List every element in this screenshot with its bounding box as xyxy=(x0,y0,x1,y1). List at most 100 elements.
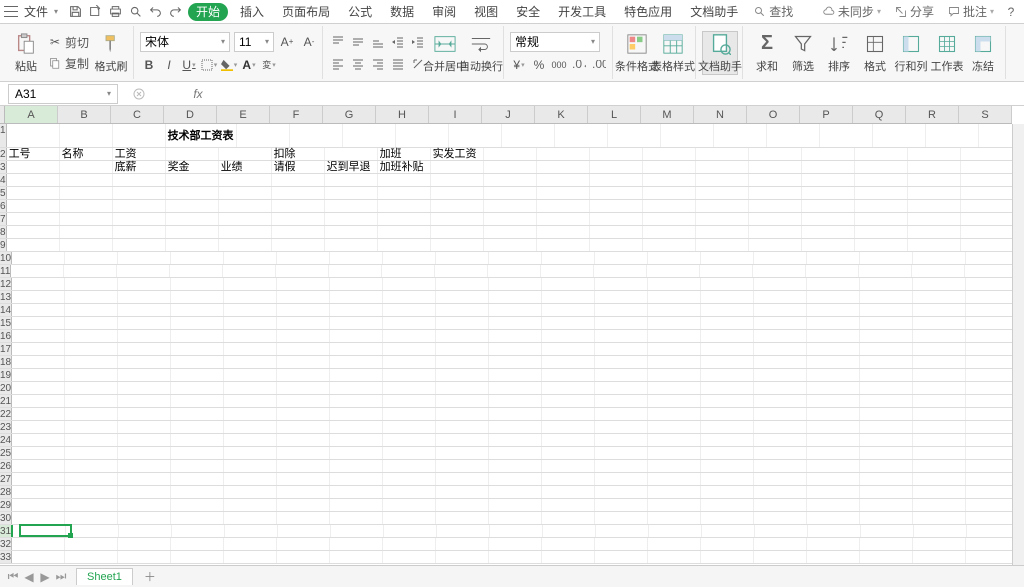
cell-B7[interactable] xyxy=(60,213,113,225)
cell-J9[interactable] xyxy=(484,239,537,251)
cell-L26[interactable] xyxy=(595,460,648,472)
cell-Q8[interactable] xyxy=(855,226,908,238)
cell-B22[interactable] xyxy=(65,408,118,420)
cell-L33[interactable] xyxy=(595,551,648,563)
cell-G32[interactable] xyxy=(330,538,383,550)
col-header-L[interactable]: L xyxy=(588,106,641,123)
cell-N19[interactable] xyxy=(701,369,754,381)
italic-button[interactable]: I xyxy=(160,56,178,74)
cell-D11[interactable] xyxy=(170,265,223,277)
cell-L21[interactable] xyxy=(595,395,648,407)
col-header-K[interactable]: K xyxy=(535,106,588,123)
cell-M8[interactable] xyxy=(643,226,696,238)
cell-I3[interactable] xyxy=(431,161,484,173)
cell-B17[interactable] xyxy=(65,343,118,355)
cell-K5[interactable] xyxy=(537,187,590,199)
cell-B33[interactable] xyxy=(65,551,118,563)
cell-P9[interactable] xyxy=(802,239,855,251)
cell-O4[interactable] xyxy=(749,174,802,186)
cell-M18[interactable] xyxy=(648,356,701,368)
cell-A26[interactable] xyxy=(12,460,65,472)
tab-insert[interactable]: 插入 xyxy=(232,0,272,24)
cell-K26[interactable] xyxy=(542,460,595,472)
cell-E19[interactable] xyxy=(224,369,277,381)
cell-O16[interactable] xyxy=(754,330,807,342)
row-header-10[interactable]: 10 xyxy=(0,252,12,264)
cell-B14[interactable] xyxy=(65,304,118,316)
cell-O13[interactable] xyxy=(754,291,807,303)
cell-N31[interactable] xyxy=(702,525,755,537)
cell-P21[interactable] xyxy=(807,395,860,407)
cell-Q32[interactable] xyxy=(860,538,913,550)
cell-A6[interactable] xyxy=(7,200,60,212)
cell-B13[interactable] xyxy=(65,291,118,303)
cell-J1[interactable] xyxy=(502,124,555,147)
cell-A20[interactable] xyxy=(12,382,65,394)
cell-Q25[interactable] xyxy=(860,447,913,459)
sort-button[interactable]: 排序 xyxy=(821,32,857,74)
cell-O1[interactable] xyxy=(767,124,820,147)
col-header-G[interactable]: G xyxy=(323,106,376,123)
font-color-button[interactable]: A▾ xyxy=(240,56,258,74)
cell-B27[interactable] xyxy=(65,473,118,485)
cell-M32[interactable] xyxy=(648,538,701,550)
cell-H1[interactable] xyxy=(396,124,449,147)
cell-Q9[interactable] xyxy=(855,239,908,251)
cell-Q5[interactable] xyxy=(855,187,908,199)
cell-F12[interactable] xyxy=(277,278,330,290)
cell-D18[interactable] xyxy=(171,356,224,368)
cell-C16[interactable] xyxy=(118,330,171,342)
cell-H18[interactable] xyxy=(383,356,436,368)
cell-Q13[interactable] xyxy=(860,291,913,303)
row-header-31[interactable]: 31 xyxy=(0,525,13,537)
cell-D1[interactable]: 技术部工资表 xyxy=(166,124,237,147)
cell-C1[interactable] xyxy=(113,124,166,147)
cell-H3[interactable]: 加班补贴 xyxy=(378,161,431,173)
cell-J24[interactable] xyxy=(489,434,542,446)
cell-E30[interactable] xyxy=(224,512,277,524)
row-header-11[interactable]: 11 xyxy=(0,265,11,277)
cell-F32[interactable] xyxy=(277,538,330,550)
cell-C2[interactable]: 工资 xyxy=(113,148,166,160)
row-header-26[interactable]: 26 xyxy=(0,460,12,472)
cell-J29[interactable] xyxy=(489,499,542,511)
cell-H11[interactable] xyxy=(382,265,435,277)
cell-I25[interactable] xyxy=(436,447,489,459)
cell-L11[interactable] xyxy=(594,265,647,277)
cell-N17[interactable] xyxy=(701,343,754,355)
cell-A7[interactable] xyxy=(7,213,60,225)
cell-R13[interactable] xyxy=(913,291,966,303)
cell-H10[interactable] xyxy=(383,252,436,264)
cell-K1[interactable] xyxy=(555,124,608,147)
cell-A32[interactable] xyxy=(12,538,65,550)
cell-M22[interactable] xyxy=(648,408,701,420)
cell-P14[interactable] xyxy=(807,304,860,316)
col-header-O[interactable]: O xyxy=(747,106,800,123)
cell-M15[interactable] xyxy=(648,317,701,329)
phonetic-button[interactable]: 変▾ xyxy=(260,56,278,74)
col-header-A[interactable]: A xyxy=(5,106,58,123)
cell-I23[interactable] xyxy=(436,421,489,433)
cell-D31[interactable] xyxy=(172,525,225,537)
cell-I31[interactable] xyxy=(437,525,490,537)
cell-F23[interactable] xyxy=(277,421,330,433)
cell-J13[interactable] xyxy=(489,291,542,303)
cell-P11[interactable] xyxy=(806,265,859,277)
cell-Q6[interactable] xyxy=(855,200,908,212)
filter-button[interactable]: 筛选 xyxy=(785,32,821,74)
cell-A28[interactable] xyxy=(12,486,65,498)
cell-I32[interactable] xyxy=(436,538,489,550)
cell-F6[interactable] xyxy=(272,200,325,212)
cell-K12[interactable] xyxy=(542,278,595,290)
font-size-select[interactable]: 11▾ xyxy=(234,32,274,52)
paste-button[interactable]: 粘贴 xyxy=(8,32,44,74)
cell-E22[interactable] xyxy=(224,408,277,420)
cell-F21[interactable] xyxy=(277,395,330,407)
cell-L9[interactable] xyxy=(590,239,643,251)
cell-P8[interactable] xyxy=(802,226,855,238)
cell-N25[interactable] xyxy=(701,447,754,459)
cell-M29[interactable] xyxy=(648,499,701,511)
cell-B6[interactable] xyxy=(60,200,113,212)
cell-O32[interactable] xyxy=(754,538,807,550)
cell-C17[interactable] xyxy=(118,343,171,355)
